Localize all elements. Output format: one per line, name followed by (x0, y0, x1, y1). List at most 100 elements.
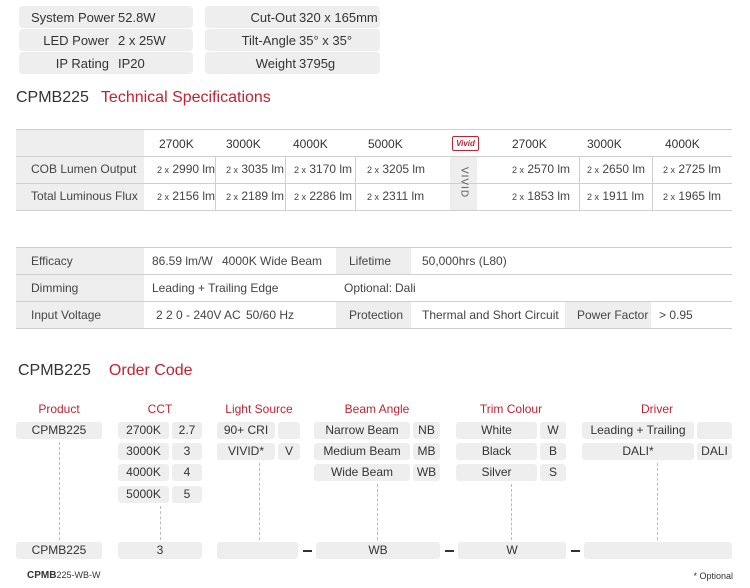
tilt-value: 35° x 35° (299, 33, 353, 48)
beam-angle-code: MB (413, 443, 440, 460)
example-code: CPMB225-WB-W (27, 570, 100, 581)
led-power-value: 2 x 25W (118, 33, 166, 48)
mult-prefix: 2 x (512, 165, 525, 175)
efficacy-value: 86.59 lm/W (152, 254, 213, 268)
light-source-code: V (278, 443, 300, 460)
mult-prefix: 2 x (663, 192, 676, 202)
light-source-option: VIVID* (217, 443, 275, 460)
vivid-vertical-wrap: VIVID (456, 163, 472, 203)
optional-value: Dali (395, 281, 416, 295)
mult-prefix: 2 x (512, 192, 525, 202)
lumen-value: 3170 lm (309, 162, 353, 176)
driver-code (697, 422, 732, 439)
protection-value: Thermal and Short Circuit (422, 308, 559, 322)
order-header-product: Product (38, 402, 80, 416)
beam-angle-code: WB (413, 464, 440, 481)
lumen-value: 3035 lm (241, 162, 285, 176)
vivid-logo-text: Vivid (456, 139, 475, 148)
beam-angle-option: Medium Beam (314, 443, 410, 460)
specs-bottom-rule (16, 328, 732, 329)
header-rule (16, 156, 732, 157)
order-header-cct: CCT (147, 402, 173, 416)
lumen-cell: 2 x 2570 lm (512, 162, 570, 176)
system-power-row: System Power 52.8W (19, 6, 193, 28)
lumen-cell: 2 x 3170 lm (294, 162, 352, 176)
mult-prefix: 2 x (157, 192, 170, 202)
order-header-driver: Driver (641, 402, 673, 416)
input-voltage-value: 2 2 0 - 240V AC (156, 308, 241, 322)
light-connector (259, 463, 260, 540)
vivid-temp-header: 4000K (665, 137, 700, 151)
light-source-option: 90+ CRI (217, 422, 275, 439)
lifetime-label: Lifetime (349, 254, 392, 268)
lumen-cell: 2 x 2650 lm (587, 162, 645, 176)
order-header-beam-angle: Beam Angle (344, 402, 410, 416)
mult-prefix: 2 x (226, 165, 239, 175)
flux-value: 2156 lm (172, 189, 216, 203)
row-label: Total Luminous Flux (31, 189, 138, 203)
mult-prefix: 2 x (587, 192, 600, 202)
flux-value: 1965 lm (678, 189, 722, 203)
separator-dash (303, 550, 312, 552)
trim-colour-code: S (540, 464, 566, 481)
tech-model: CPMB225 (16, 89, 89, 106)
example-code-rest: 225-WB-W (56, 570, 101, 580)
separator-dash (571, 550, 580, 552)
led-power-row: LED Power 2 x 25W (19, 29, 193, 51)
cct-option: 3000K (118, 443, 169, 460)
driver-connector (657, 463, 658, 540)
specs-row-rule (16, 274, 732, 275)
flux-value: 2311 lm (382, 189, 425, 203)
temp-header: 2700K (159, 137, 194, 151)
ip-rating-row: IP Rating IP20 (19, 52, 193, 74)
result-beam-angle: WB (316, 542, 440, 559)
tilt-label: Tilt-Angle (241, 33, 296, 48)
cct-code: 3 (172, 443, 202, 460)
trim-connector (511, 484, 512, 540)
flux-cell: 2 x 2189 lm (226, 189, 284, 203)
order-title: Order Code (108, 362, 193, 379)
trim-colour-option: Silver (456, 464, 537, 481)
beam-angle-option: Wide Beam (314, 464, 410, 481)
result-trim-colour: W (458, 542, 566, 559)
result-driver (584, 542, 732, 559)
example-code-bold: CPMB (27, 570, 57, 581)
system-power-value: 52.8W (118, 10, 156, 25)
input-voltage-label: Input Voltage (31, 308, 102, 322)
input-frequency: 50/60 Hz (246, 308, 295, 322)
temp-header: 4000K (293, 137, 328, 151)
col-divider (215, 156, 216, 210)
optional-label: Optional: (344, 281, 393, 295)
result-cct: 3 (118, 542, 202, 559)
order-header-light-source: Light Source (225, 402, 293, 416)
trim-colour-code: W (540, 422, 566, 439)
row-label: COB Lumen Output (31, 162, 137, 176)
temp-header: 3000K (226, 137, 261, 151)
lumen-value: 3205 lm (382, 162, 426, 176)
col-divider (355, 156, 356, 210)
row-rule (16, 183, 732, 184)
driver-option: Leading + Trailing (582, 422, 694, 439)
optional-note: * Optional (693, 571, 733, 581)
specs-top-rule (16, 247, 732, 248)
cutout-label: Cut-Out (250, 10, 296, 25)
flux-value: 2286 lm (309, 189, 353, 203)
cct-code: 5 (172, 486, 202, 503)
top-rule (16, 129, 732, 130)
beam-connector (377, 484, 378, 540)
weight-label: Weight (255, 56, 296, 71)
mult-prefix: 2 x (294, 192, 307, 202)
lifetime-value: 50,000hrs (L80) (422, 254, 507, 268)
flux-value: 2189 lm (241, 189, 285, 203)
dimming-label: Dimming (31, 281, 79, 295)
vivid-temp-header: 3000K (587, 137, 622, 151)
lumen-value: 2725 lm (678, 162, 722, 176)
col-divider (652, 156, 653, 210)
separator-dash (445, 550, 454, 552)
result-light-source (217, 542, 298, 559)
product-connector (59, 442, 60, 540)
lumen-value: 2990 lm (172, 162, 216, 176)
cct-code: 4 (172, 464, 202, 481)
lumen-cell: 2 x 2725 lm (663, 162, 721, 176)
cct-connector (160, 506, 161, 540)
